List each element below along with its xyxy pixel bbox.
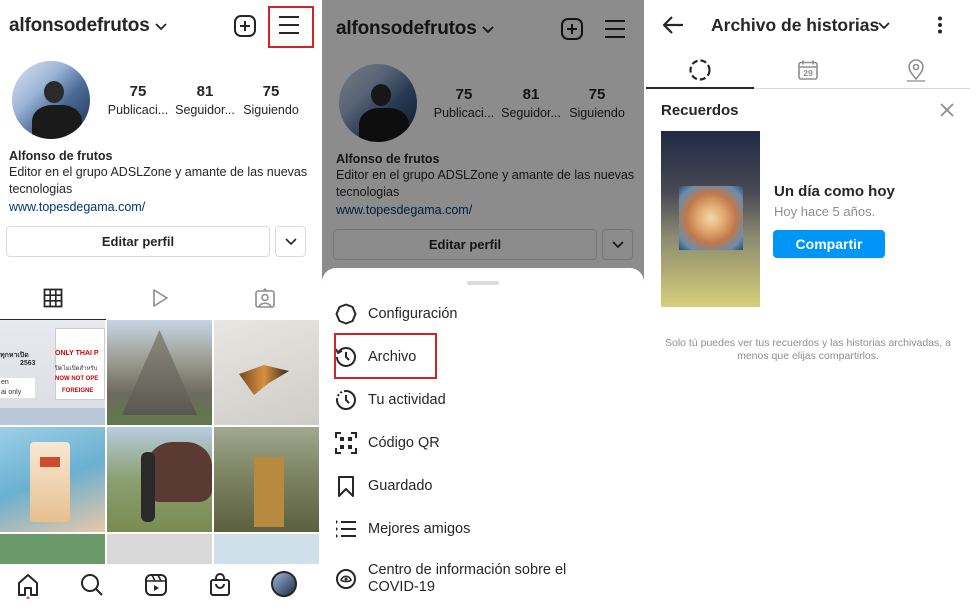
reels-icon[interactable] xyxy=(144,573,168,597)
calendar-day: 29 xyxy=(803,68,813,78)
profile-screen: alfonsodefrutos 75 Publicaci... 81 Segui… xyxy=(0,0,320,609)
chevron-down-icon[interactable] xyxy=(155,22,167,31)
stat-following[interactable]: 75 Siguiendo xyxy=(239,83,303,117)
menu-item-label: Mejores amigos xyxy=(368,521,471,537)
activity-icon xyxy=(335,389,357,411)
sign-text-3: ปิดไม่เปิดสำหรับ xyxy=(55,366,98,372)
shop-icon[interactable] xyxy=(208,573,232,597)
more-options-icon[interactable] xyxy=(937,16,943,34)
memory-subheading: Hoy hace 5 años. xyxy=(774,204,876,219)
grid-photo-mountain[interactable] xyxy=(107,320,212,425)
tab-grid[interactable] xyxy=(0,276,106,320)
qr-icon xyxy=(335,432,357,454)
profile-name: Alfonso de frutos xyxy=(9,149,113,163)
sheet-handle[interactable] xyxy=(467,281,499,285)
profile-bio-line1: Editor en el grupo ADSLZone y amante de … xyxy=(9,165,308,179)
sign-text-4: NOW NOT OPE xyxy=(55,376,99,382)
tagged-icon xyxy=(254,288,276,308)
chevron-down-icon xyxy=(285,238,297,246)
menu-item-covid[interactable]: Centro de información sobre el COVID-19 xyxy=(322,551,644,601)
search-icon[interactable] xyxy=(80,573,104,597)
calendar-icon: 29 xyxy=(797,59,819,81)
bottom-nav xyxy=(0,565,320,609)
home-icon[interactable] xyxy=(16,573,40,599)
stat-posts[interactable]: 75 Publicaci... xyxy=(106,83,170,117)
tab-tagged[interactable] xyxy=(212,276,318,320)
grid-photo-cup[interactable] xyxy=(0,427,105,532)
sign-text-8: ai only xyxy=(1,389,22,396)
close-icon[interactable] xyxy=(940,103,954,117)
grid-photo-temple[interactable] xyxy=(214,427,319,532)
profile-avatar[interactable] xyxy=(12,61,90,139)
tab-map[interactable] xyxy=(862,55,970,85)
menu-item-qr-code[interactable]: Código QR xyxy=(322,422,644,465)
stat-followers-count: 81 xyxy=(196,83,214,100)
close-friends-icon xyxy=(335,518,357,540)
highlight-box xyxy=(334,333,437,379)
grid-photo-row3-1[interactable] xyxy=(0,534,105,564)
share-button[interactable]: Compartir xyxy=(773,230,885,258)
stat-following-count: 75 xyxy=(262,83,280,100)
profile-bio-line2: tecnologias xyxy=(9,182,73,196)
back-arrow-icon[interactable] xyxy=(662,15,684,35)
menu-item-label: Tu actividad xyxy=(368,392,446,408)
sign-text-5: FOREIGNE xyxy=(62,388,94,394)
menu-item-label-line2: COVID-19 xyxy=(368,579,435,595)
menu-item-label: Configuración xyxy=(368,306,458,322)
tab-reels[interactable] xyxy=(107,276,213,320)
stat-posts-label: Publicaci... xyxy=(107,103,169,117)
chevron-down-icon[interactable] xyxy=(878,21,890,30)
options-sheet: Configuración Archivo Tu actividad Códig… xyxy=(322,268,644,609)
play-icon xyxy=(150,288,170,308)
profile-avatar-nav[interactable] xyxy=(271,571,297,597)
menu-item-label: Código QR xyxy=(368,435,440,451)
tab-stories-archive[interactable] xyxy=(646,55,754,85)
sign-text-6: 2563 xyxy=(20,360,36,367)
edit-profile-button[interactable]: Editar perfil xyxy=(6,226,270,257)
menu-item-settings[interactable]: Configuración xyxy=(322,293,644,336)
menu-icon[interactable] xyxy=(278,15,300,35)
menu-item-activity[interactable]: Tu actividad xyxy=(322,379,644,422)
grid-icon xyxy=(43,288,63,308)
grid-photo-row3-2[interactable] xyxy=(107,534,212,564)
grid-photo-sign[interactable]: ทุกหาเปิด ONLY THAI P ปิดไม่เปิดสำหรับ N… xyxy=(0,320,105,425)
stat-posts-count: 75 xyxy=(129,83,147,100)
archive-screen: Archivo de historias 29 Recuerdos Un día… xyxy=(646,0,970,609)
story-ring-icon xyxy=(688,58,712,82)
archive-title[interactable]: Archivo de historias xyxy=(711,15,879,36)
memory-story-card[interactable] xyxy=(661,131,760,307)
grid-photo-elephant[interactable] xyxy=(107,427,212,532)
location-icon xyxy=(905,58,927,82)
covid-icon xyxy=(335,568,357,590)
suggestions-button[interactable] xyxy=(275,226,306,257)
settings-icon xyxy=(335,303,357,325)
menu-item-label: Guardado xyxy=(368,478,433,494)
tab-calendar[interactable]: 29 xyxy=(754,55,862,85)
grid-photo-butterfly[interactable] xyxy=(214,320,319,425)
profile-tabs xyxy=(0,276,320,320)
stat-followers[interactable]: 81 Seguidor... xyxy=(172,83,238,117)
memory-heading: Un día como hoy xyxy=(774,183,895,200)
stat-followers-label: Seguidor... xyxy=(175,103,235,117)
menu-item-label: Centro de información sobre el xyxy=(368,562,567,578)
memories-title: Recuerdos xyxy=(661,102,739,119)
privacy-note-line2: menos que elijas compartirlos. xyxy=(737,350,879,362)
sign-text-7: en xyxy=(1,379,9,386)
sign-text-2: ONLY THAI P xyxy=(55,350,99,357)
privacy-note-line1: Solo tú puedes ver tus recuerdos y las h… xyxy=(665,337,951,349)
profile-link[interactable]: www.topesdegama.com/ xyxy=(9,200,145,214)
active-tab-indicator xyxy=(646,87,754,89)
profile-username[interactable]: alfonsodefrutos xyxy=(9,15,150,37)
menu-item-saved[interactable]: Guardado xyxy=(322,465,644,508)
memory-photo xyxy=(679,186,743,250)
bookmark-icon xyxy=(335,475,357,497)
menu-screen: alfonsodefrutos 75 Publicaci... 81 Segui… xyxy=(322,0,644,609)
stat-following-label: Siguiendo xyxy=(243,103,299,117)
new-post-icon[interactable] xyxy=(233,14,257,38)
menu-item-close-friends[interactable]: Mejores amigos xyxy=(322,508,644,551)
grid-photo-row3-3[interactable] xyxy=(214,534,319,564)
